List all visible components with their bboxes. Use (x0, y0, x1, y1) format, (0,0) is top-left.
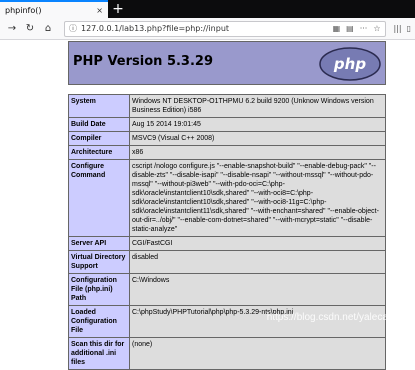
logo-text: php (333, 55, 366, 73)
more-icon[interactable]: ··· (360, 24, 368, 33)
table-row: Server API CGI/FastCGI (68, 236, 386, 251)
row-key: Build Date (68, 117, 130, 132)
bookmark-icon[interactable]: ☆ (373, 24, 380, 33)
table-row: System Windows NT DESKTOP-O1THPMU 6.2 bui… (68, 94, 386, 118)
page-title: PHP Version 5.3.29 (73, 54, 214, 69)
row-value: x86 (129, 145, 386, 160)
row-value: (none) (129, 337, 386, 370)
home-icon[interactable]: ⌂ (40, 23, 56, 34)
tab-phpinfo[interactable]: phpinfo() × (0, 0, 108, 18)
row-value: MSVC9 (Visual C++ 2008) (129, 131, 386, 146)
qr-icon[interactable]: ▦ (333, 24, 341, 33)
row-value: Windows NT DESKTOP-O1THPMU 6.2 build 920… (129, 94, 386, 118)
table-row: Scan this dir for additional .ini files(… (68, 337, 386, 370)
new-tab-button[interactable]: + (108, 0, 128, 18)
table-row: Compiler MSVC9 (Visual C++ 2008) (68, 131, 386, 146)
row-key: Configuration File (php.ini) Path (68, 273, 130, 306)
navigation-bar: → ↻ ⌂ ⓘ 127.0.0.1/lab13.php?file=php://i… (0, 18, 415, 40)
watermark: https://blog.csdn.net/yalecaltech (266, 312, 409, 323)
reader-icon[interactable]: ▤ (346, 24, 354, 33)
php-header: PHP Version 5.3.29 php (68, 41, 386, 85)
row-key: System (68, 94, 130, 118)
row-key: Architecture (68, 145, 130, 160)
address-bar[interactable]: ⓘ 127.0.0.1/lab13.php?file=php://input ▦… (64, 20, 386, 37)
url-text[interactable]: 127.0.0.1/lab13.php?file=php://input (81, 24, 329, 33)
row-key: Configure Command (68, 159, 130, 237)
row-value: C:\Windows (129, 273, 386, 306)
reload-icon[interactable]: ↻ (22, 23, 38, 34)
table-row: Configuration File (php.ini) Path C:\Wind… (68, 273, 386, 306)
row-value: Aug 15 2014 19:01:45 (129, 117, 386, 132)
close-icon[interactable]: × (96, 6, 103, 15)
back-icon[interactable]: → (4, 23, 20, 34)
tab-bar: phpinfo() × + (0, 0, 415, 18)
row-key: Server API (68, 236, 130, 251)
row-key: Loaded Configuration File (68, 305, 130, 338)
row-value: disabled (129, 250, 386, 274)
row-key: Scan this dir for additional .ini files (68, 337, 130, 370)
tab-title: phpinfo() (5, 5, 42, 15)
row-key: Compiler (68, 131, 130, 146)
library-icon[interactable]: ||| (394, 24, 402, 33)
php-logo: php (319, 47, 381, 81)
table-row: Configure Command cscript /nologo configu… (68, 159, 386, 237)
sidebar-icon[interactable]: ▯ (407, 24, 411, 33)
row-value: cscript /nologo configure.js "--enable-s… (129, 159, 386, 237)
table-row: Build Date Aug 15 2014 19:01:45 (68, 117, 386, 132)
row-value: CGI/FastCGI (129, 236, 386, 251)
table-row: Architecture x86 (68, 145, 386, 160)
row-key: Virtual Directory Support (68, 250, 130, 274)
info-icon[interactable]: ⓘ (69, 23, 77, 34)
table-row: Virtual Directory Support disabled (68, 250, 386, 274)
